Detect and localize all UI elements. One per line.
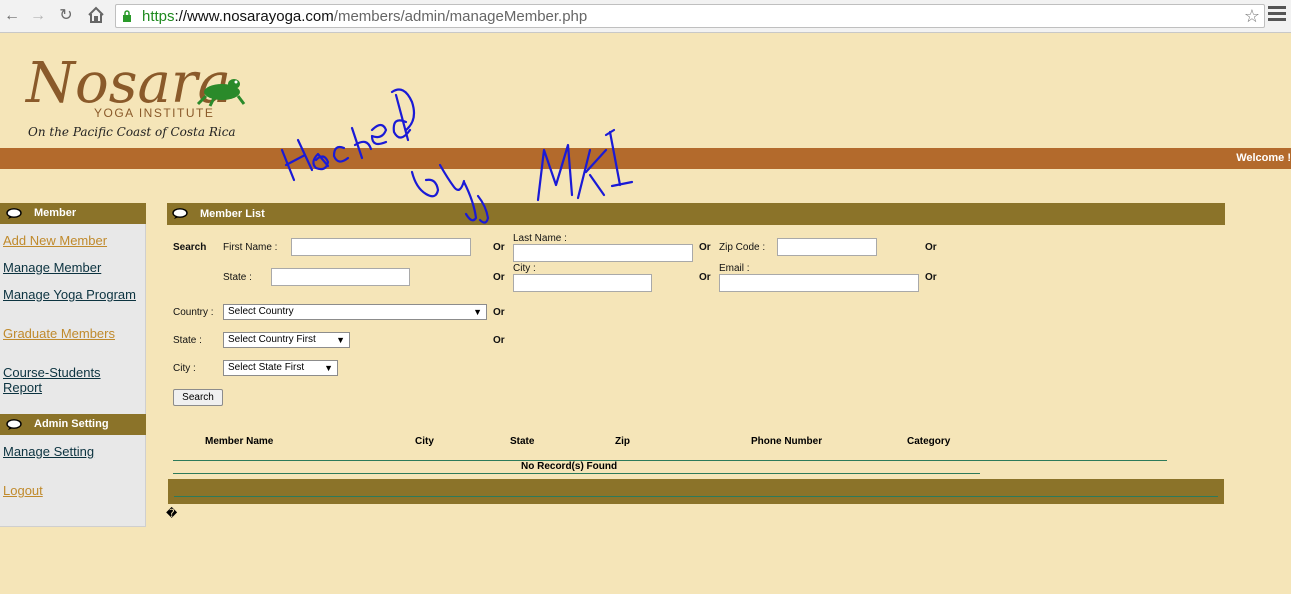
or-label: Or <box>925 242 937 253</box>
chevron-down-icon: ▼ <box>473 307 482 317</box>
browser-menu-icon[interactable] <box>1268 6 1286 24</box>
state-label: State : <box>223 272 252 283</box>
search-label: Search <box>173 242 207 253</box>
state-select-label: State : <box>173 335 202 346</box>
chevron-down-icon: ▼ <box>336 335 345 345</box>
email-label: Email : <box>719 263 750 274</box>
sidebar-item-logout[interactable]: Logout <box>3 483 43 498</box>
email-input[interactable] <box>719 274 919 292</box>
tagline: On the Pacific Coast of Costa Rica <box>28 125 236 139</box>
state-input[interactable] <box>271 268 410 286</box>
svg-text:YOGA INSTITUTE: YOGA INSTITUTE <box>94 106 214 120</box>
last-name-input[interactable] <box>513 244 693 262</box>
member-list-footer <box>168 479 1224 504</box>
sidebar-item-add-new-member[interactable]: Add New Member <box>3 233 107 248</box>
speech-bubble-icon <box>6 419 22 430</box>
column-state: State <box>510 436 535 447</box>
reload-icon[interactable]: ↻ <box>56 6 76 26</box>
header-bar: Welcome ! <box>0 148 1291 169</box>
sidebar: Member Add New Member Manage Member Mana… <box>0 203 146 527</box>
stray-character: � <box>166 508 178 520</box>
or-label: Or <box>925 272 937 283</box>
zip-code-input[interactable] <box>777 238 877 256</box>
chevron-down-icon: ▼ <box>324 363 333 373</box>
sidebar-item-course-students[interactable]: Course-Students <box>3 365 101 380</box>
speech-bubble-icon <box>6 208 22 219</box>
lock-icon <box>123 10 131 22</box>
or-label: Or <box>493 242 505 253</box>
table-divider <box>173 460 1167 461</box>
welcome-text: Welcome ! <box>1236 152 1291 164</box>
city-label: City : <box>513 263 536 274</box>
column-zip: Zip <box>615 436 630 447</box>
sidebar-item-graduate-members[interactable]: Graduate Members <box>3 326 115 341</box>
member-list-header: Member List <box>167 203 1225 225</box>
sidebar-admin-header: Admin Setting <box>0 414 146 435</box>
city-select[interactable]: Select State First ▼ <box>223 360 338 376</box>
or-label: Or <box>699 272 711 283</box>
forward-arrow-icon[interactable]: → <box>28 6 48 26</box>
last-name-label: Last Name : <box>513 233 567 244</box>
column-phone-number: Phone Number <box>751 436 823 447</box>
city-input[interactable] <box>513 274 652 292</box>
no-records-message: No Record(s) Found <box>521 461 618 472</box>
or-label: Or <box>493 335 505 346</box>
first-name-input[interactable] <box>291 238 471 256</box>
address-bar[interactable]: https://www.nosarayoga.com/members/admin… <box>115 4 1265 28</box>
column-city: City <box>415 436 434 447</box>
country-label: Country : <box>173 307 214 318</box>
country-select[interactable]: Select Country ▼ <box>223 304 487 320</box>
or-label: Or <box>493 272 505 283</box>
back-arrow-icon[interactable]: ← <box>2 6 22 26</box>
speech-bubble-icon <box>172 208 188 219</box>
url-text: https://www.nosarayoga.com/members/admin… <box>142 8 588 25</box>
or-label: Or <box>699 242 711 253</box>
sidebar-item-manage-yoga-program[interactable]: Manage Yoga Program <box>3 287 136 302</box>
bookmark-star-icon[interactable]: ☆ <box>1244 6 1260 27</box>
city-select-label: City : <box>173 363 196 374</box>
browser-toolbar: ← → ↻ https://www.nosarayoga.com/members… <box>0 0 1291 33</box>
column-category: Category <box>907 436 951 447</box>
table-divider <box>173 473 980 474</box>
column-member-name: Member Name <box>205 436 274 447</box>
first-name-label: First Name : <box>223 242 278 253</box>
search-button[interactable]: Search <box>173 389 223 406</box>
sidebar-item-report[interactable]: Report <box>3 380 42 395</box>
state-select[interactable]: Select Country First ▼ <box>223 332 350 348</box>
home-icon[interactable] <box>86 6 106 26</box>
zip-code-label: Zip Code : <box>719 242 766 253</box>
sidebar-member-header: Member <box>0 203 146 224</box>
sidebar-item-manage-setting[interactable]: Manage Setting <box>3 444 94 459</box>
sidebar-item-manage-member[interactable]: Manage Member <box>3 260 101 275</box>
or-label: Or <box>493 307 505 318</box>
